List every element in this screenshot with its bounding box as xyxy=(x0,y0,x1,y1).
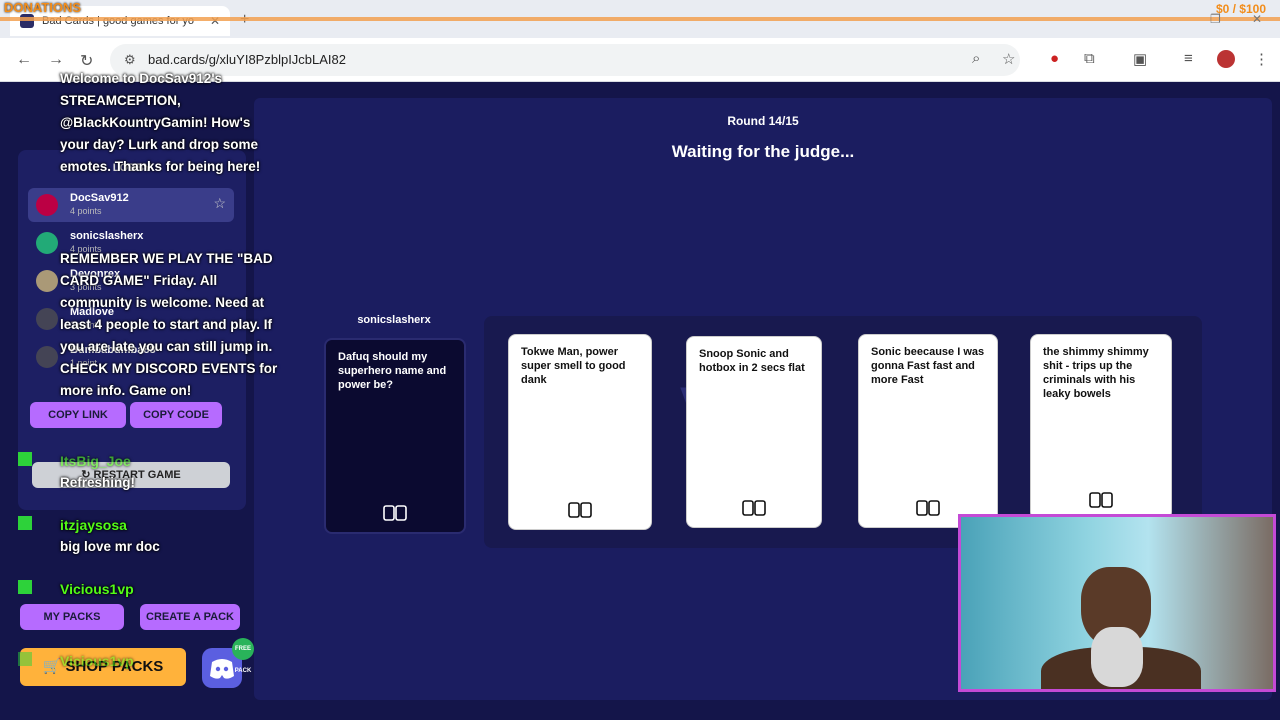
chat-message: REMEMBER WE PLAY THE "BAD CARD GAME" Fri… xyxy=(20,248,280,402)
white-card[interactable]: Snoop Sonic and hotbox in 2 secs flat xyxy=(686,336,822,528)
kick-badge-icon xyxy=(18,580,32,594)
split-view-icon[interactable]: ▣ xyxy=(1133,50,1147,68)
black-card-text: Dafuq should my superhero name and power… xyxy=(338,351,447,391)
white-card[interactable]: Sonic beecause I was gonna Fast fast and… xyxy=(858,334,998,528)
player-avatar xyxy=(36,194,58,216)
favorite-star-icon[interactable]: ☆ xyxy=(213,195,226,212)
player-name: DocSav912 xyxy=(70,192,129,204)
chat-username: Vicious1vp xyxy=(60,581,134,597)
chat-username: ItsBig_Joe xyxy=(60,453,131,469)
white-card-text: the shimmy shimmy shit - trips up the cr… xyxy=(1043,346,1149,400)
zoom-icon[interactable]: ⌕ xyxy=(972,50,980,67)
chat-message-text: big love mr doc xyxy=(60,539,160,554)
donations-label: DONATIONS xyxy=(4,0,82,15)
bad-cards-logo-icon xyxy=(916,500,940,516)
streamer-beard xyxy=(1091,627,1143,687)
white-card[interactable]: Tokwe Man, power super smell to good dan… xyxy=(508,334,652,530)
chat-message-text: Welcome to DocSav912's STREAMCEPTION, @B… xyxy=(60,71,261,174)
copy-link-button[interactable]: COPY LINK xyxy=(30,402,126,428)
chat-message-text: REMEMBER WE PLAY THE "BAD CARD GAME" Fri… xyxy=(60,251,278,398)
forward-arrow-icon[interactable]: → xyxy=(48,51,64,69)
site-info-icon[interactable]: ⚙ xyxy=(124,52,136,68)
chat-message: Welcome to DocSav912's STREAMCEPTION, @B… xyxy=(20,68,280,178)
bad-cards-logo-icon xyxy=(742,500,766,516)
back-arrow-icon[interactable]: ← xyxy=(16,51,32,69)
url-text[interactable]: bad.cards/g/xluYI8PzblpIJcbLAI82 xyxy=(148,52,346,67)
copy-code-button[interactable]: COPY CODE xyxy=(130,402,222,428)
white-card-text: Tokwe Man, power super smell to good dan… xyxy=(521,346,626,386)
browser-tab-strip: Bad Cards | good games for yo ✕ + DONATI… xyxy=(0,0,1280,38)
chat-message: Vicious1vp xyxy=(18,578,280,600)
my-packs-button[interactable]: MY PACKS xyxy=(20,604,124,630)
bad-cards-logo-icon xyxy=(568,502,592,518)
player-points: 4 points xyxy=(70,206,102,216)
card-czar-name: sonicslasherx xyxy=(357,314,431,326)
chat-username: Vicious1vp xyxy=(60,653,134,669)
restore-window-icon[interactable]: ❐ xyxy=(1210,12,1221,26)
bookmark-star-icon[interactable]: ☆ xyxy=(1002,50,1015,68)
chat-message: itzjaysosa big love mr doc xyxy=(18,514,280,558)
white-card[interactable]: the shimmy shimmy shit - trips up the cr… xyxy=(1030,334,1172,520)
menu-kebab-icon[interactable]: ⋮ xyxy=(1254,50,1269,68)
game-status: Waiting for the judge... xyxy=(671,142,855,161)
player-row: DocSav912 4 points ☆ xyxy=(28,188,234,222)
close-window-icon[interactable]: ✕ xyxy=(1252,12,1262,26)
kick-badge-icon xyxy=(18,516,32,530)
extensions-puzzle-icon[interactable]: ⧉ xyxy=(1084,50,1095,67)
bad-cards-logo-icon xyxy=(1089,492,1113,508)
create-pack-button[interactable]: CREATE A PACK xyxy=(140,604,240,630)
kick-badge-icon xyxy=(18,452,32,466)
chat-username: itzjaysosa xyxy=(60,517,127,533)
extension-icon[interactable]: ● xyxy=(1050,50,1059,67)
round-counter: Round 14/15 xyxy=(727,114,799,128)
black-card: Dafuq should my superhero name and power… xyxy=(324,338,466,534)
bad-cards-logo-icon xyxy=(383,505,407,521)
white-card-text: Sonic beecause I was gonna Fast fast and… xyxy=(871,346,985,386)
chat-message: Vicious1vp xyxy=(18,650,280,672)
profile-avatar[interactable] xyxy=(1217,50,1235,68)
player-name: sonicslasherx xyxy=(70,230,144,242)
webcam-overlay xyxy=(958,514,1276,692)
chat-message-text: Refreshing! xyxy=(60,475,136,490)
donation-progress-bar xyxy=(0,17,1280,21)
chat-message: ItsBig_Joe Refreshing! xyxy=(18,450,280,494)
kick-badge-icon xyxy=(18,652,32,666)
white-card-text: Snoop Sonic and hotbox in 2 secs flat xyxy=(699,348,805,374)
media-controls-icon[interactable]: ≡ xyxy=(1184,50,1193,67)
